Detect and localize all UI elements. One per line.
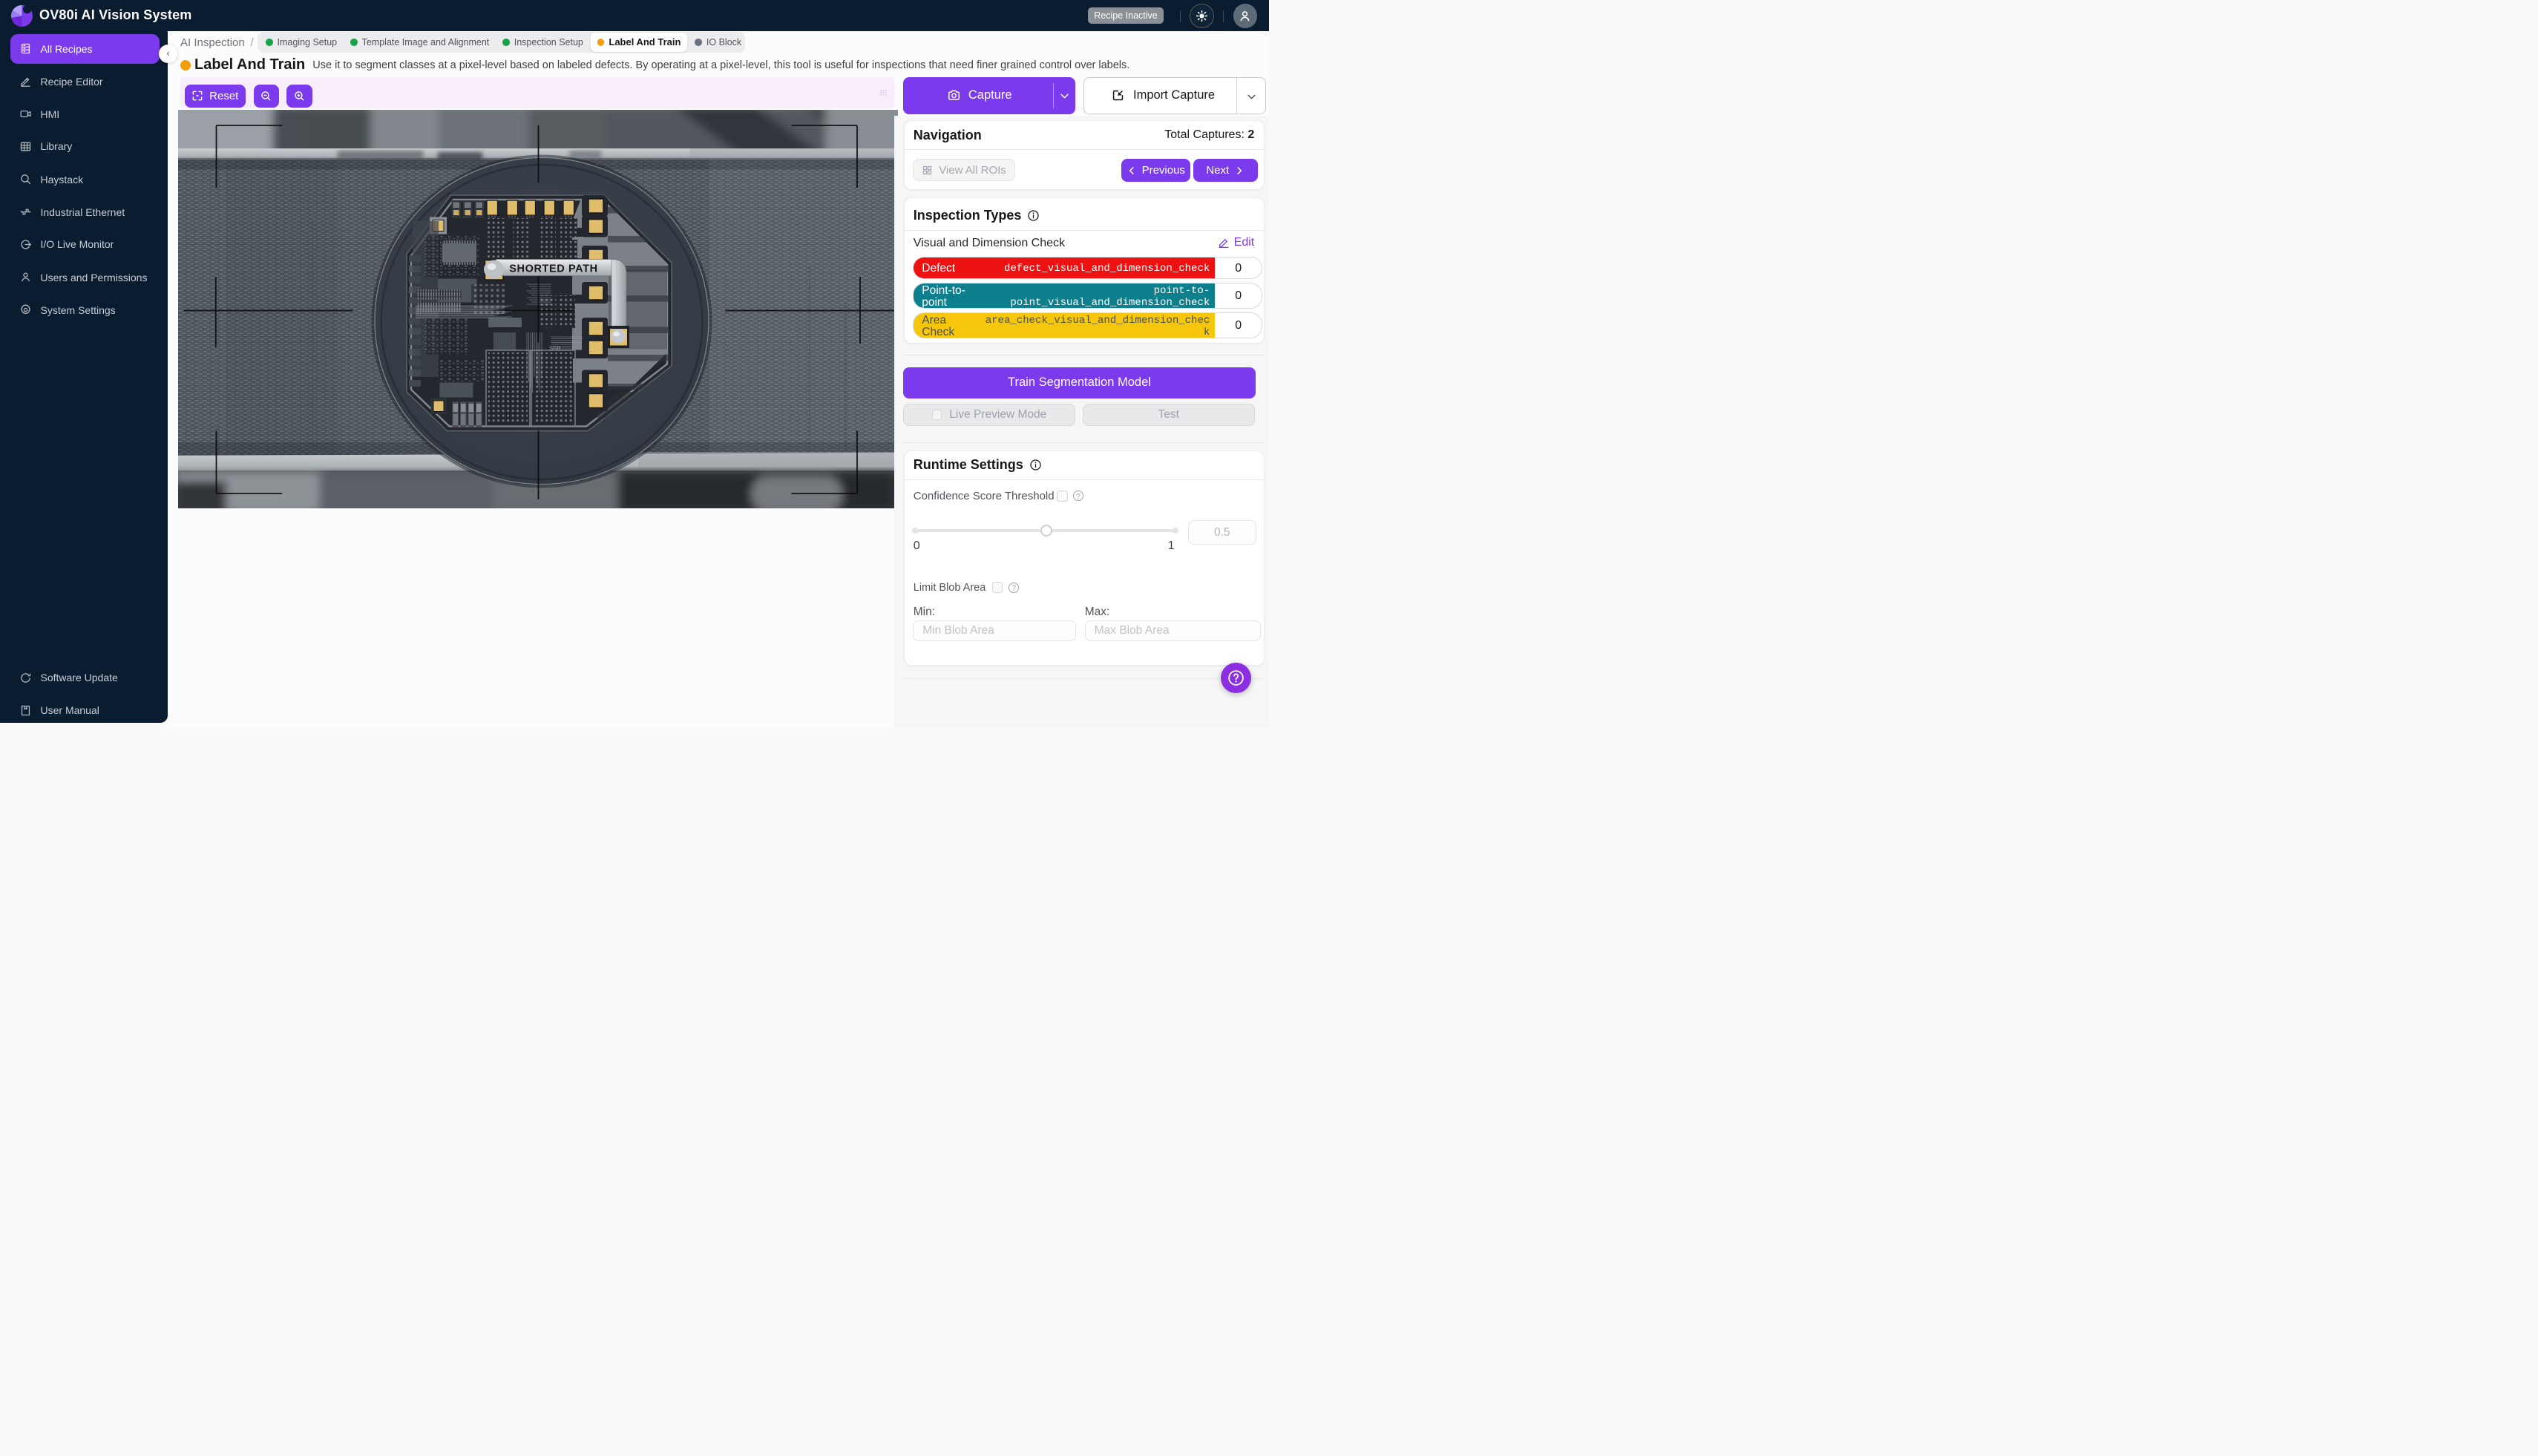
svg-text:SHORTED PATH: SHORTED PATH (509, 263, 597, 275)
svg-text:S6B: S6B (549, 345, 560, 352)
